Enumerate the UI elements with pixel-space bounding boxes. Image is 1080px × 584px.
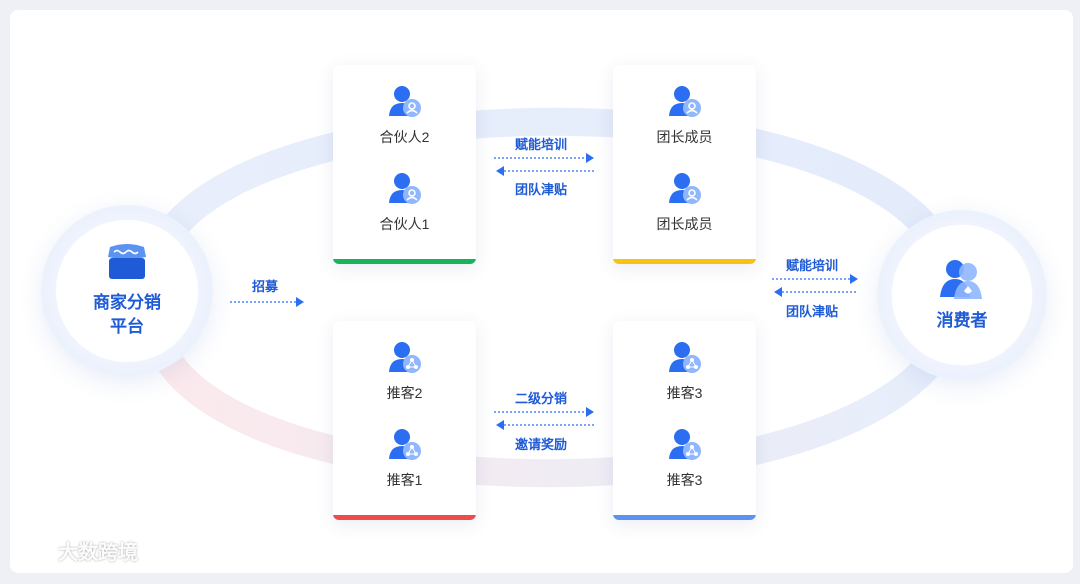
- card-partners: 合伙人2 合伙人1: [333, 65, 476, 264]
- member-item: 合伙人1: [333, 170, 476, 234]
- user-icon: [388, 86, 421, 117]
- right-back-arrow: [774, 287, 858, 297]
- diagram-canvas: 商家分销 平台 消费者 合伙人2 合伙人1 团长成员 团长成员 推客2 推客1 …: [10, 10, 1073, 573]
- user-icon: [668, 86, 701, 117]
- member-name: 推客2: [386, 385, 423, 401]
- member-name: 推客1: [386, 472, 423, 488]
- member-name: 合伙人1: [379, 216, 430, 232]
- card-accent-bar: [613, 515, 756, 520]
- member-item: 推客2: [333, 339, 476, 403]
- member-item: 团长成员: [613, 83, 756, 147]
- card-referrers-left: 推客2 推客1: [333, 321, 476, 520]
- top-back-label: 团队津贴: [515, 182, 568, 197]
- top-forward-label: 赋能培训: [515, 137, 568, 152]
- share-user-icon: [668, 342, 701, 373]
- share-user-icon: [388, 429, 421, 460]
- user-icon: [388, 173, 421, 204]
- shop-icon: [108, 244, 146, 279]
- bottom-forward-label: 二级分销: [515, 391, 568, 406]
- bottom-forward-arrow: [494, 407, 594, 417]
- share-user-icon: [668, 429, 701, 460]
- watermark-logo-icon: [20, 541, 54, 559]
- right-back-label: 团队津贴: [786, 304, 839, 319]
- share-user-icon: [388, 342, 421, 373]
- right-forward-arrow: [772, 274, 858, 284]
- recruit-label: 招募: [252, 279, 279, 294]
- recruit-arrow: [230, 297, 304, 307]
- merchant-label-line2: 平台: [110, 317, 144, 336]
- consumer-icon: [940, 260, 982, 299]
- member-item: 推客1: [333, 426, 476, 490]
- member-name: 合伙人2: [379, 129, 430, 145]
- card-accent-bar: [613, 259, 756, 264]
- member-name: 团长成员: [656, 216, 713, 232]
- top-back-arrow: [496, 166, 594, 176]
- card-team: 团长成员 团长成员: [613, 65, 756, 264]
- bottom-back-label: 邀请奖励: [515, 437, 568, 452]
- top-forward-arrow: [494, 153, 594, 163]
- merchant-node: 商家分销 平台: [41, 205, 213, 377]
- member-item: 推客3: [613, 339, 756, 403]
- right-forward-label: 赋能培训: [786, 258, 839, 273]
- bottom-back-arrow: [496, 420, 594, 430]
- member-item: 团长成员: [613, 170, 756, 234]
- member-name: 推客3: [666, 385, 703, 401]
- member-name: 团长成员: [656, 129, 713, 145]
- member-item: 推客3: [613, 426, 756, 490]
- watermark: 大数跨境: [20, 536, 138, 565]
- watermark-text: 大数跨境: [58, 542, 138, 564]
- consumer-node: 消费者: [877, 210, 1047, 380]
- member-name: 推客3: [666, 472, 703, 488]
- card-referrers-right: 推客3 推客3: [613, 321, 756, 520]
- member-item: 合伙人2: [333, 83, 476, 147]
- consumer-label: 消费者: [936, 311, 988, 330]
- user-icon: [668, 173, 701, 204]
- card-accent-bar: [333, 259, 476, 264]
- merchant-label-line1: 商家分销: [93, 293, 161, 312]
- card-accent-bar: [333, 515, 476, 520]
